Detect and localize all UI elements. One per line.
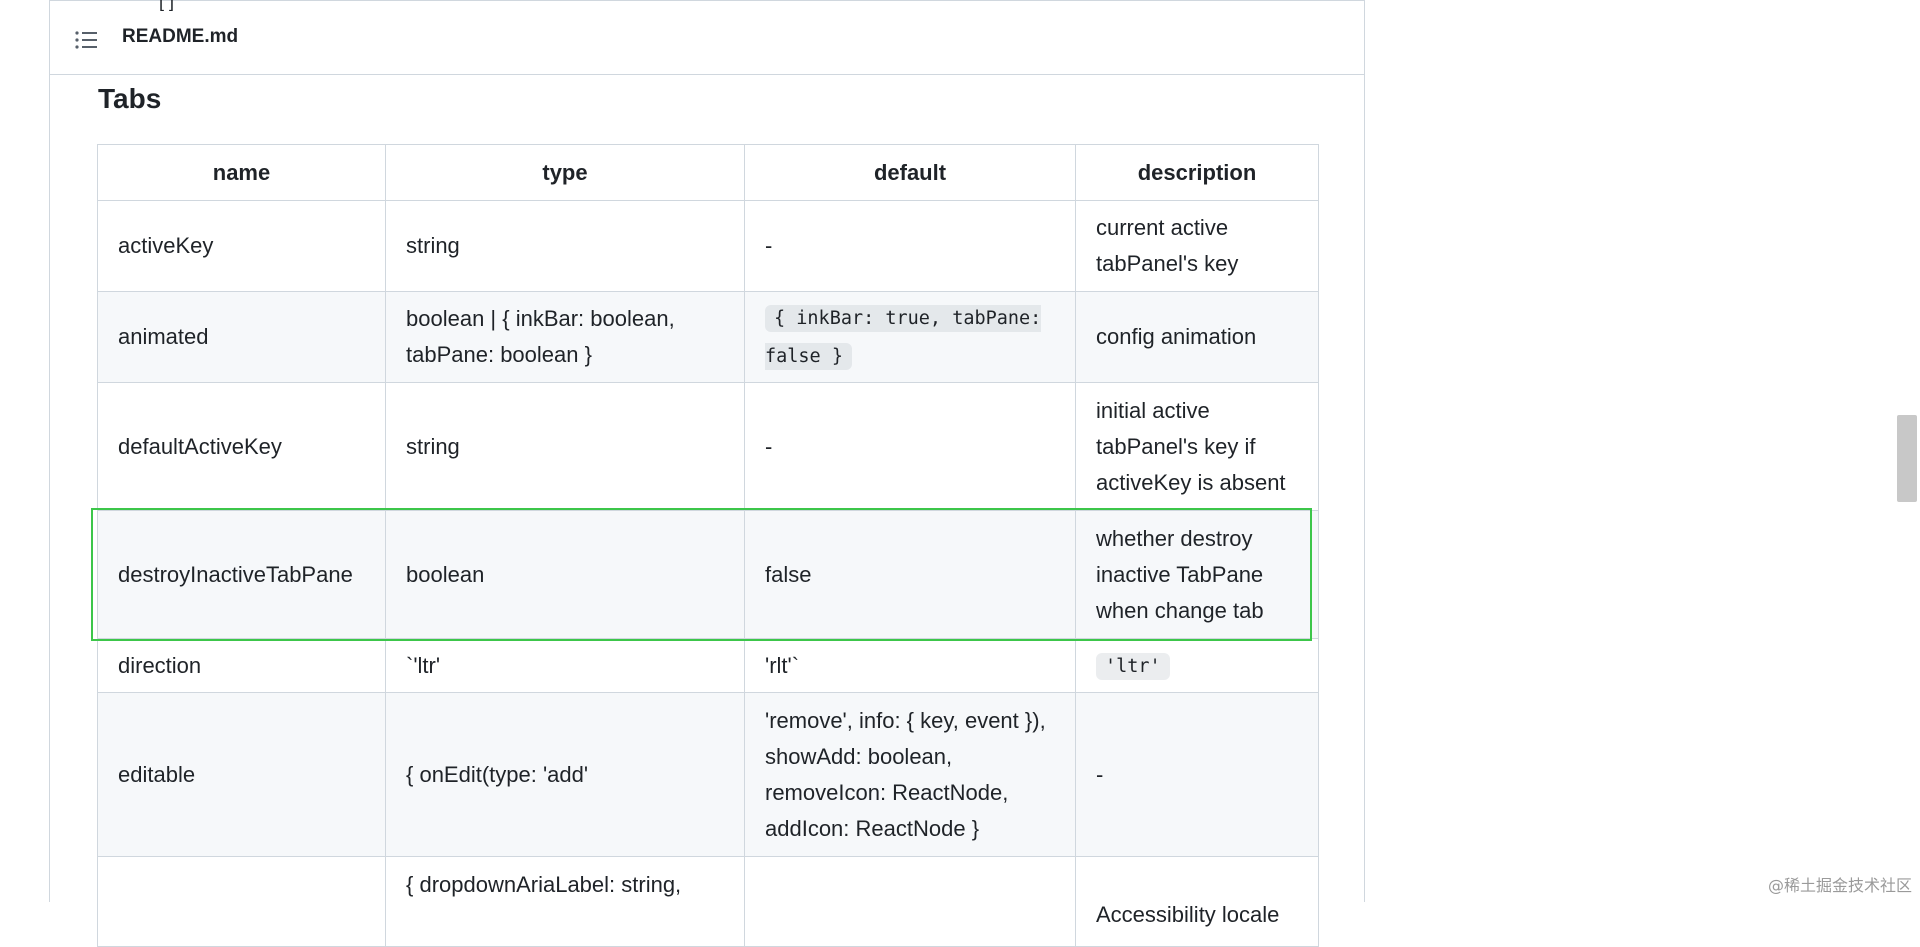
props-table: name type default description activeKey …: [97, 144, 1319, 947]
cell-name: activeKey: [98, 201, 386, 292]
cell-default: 'remove', info: { key, event }), showAdd…: [745, 693, 1076, 857]
cell-description: config animation: [1076, 292, 1319, 383]
cell-description: whether destroy inactive TabPane when ch…: [1076, 511, 1319, 639]
cell-name: destroyInactiveTabPane: [98, 511, 386, 639]
table-row: defaultActiveKey string - initial active…: [98, 383, 1319, 511]
table-row: destroyInactiveTabPane boolean false whe…: [98, 511, 1319, 639]
inline-code: { inkBar: true, tabPane: false }: [765, 305, 1041, 370]
cell-default: 'rlt'`: [745, 639, 1076, 693]
cell-default: { inkBar: true, tabPane: false }: [745, 292, 1076, 383]
watermark: @稀土掘金技术社区: [1768, 872, 1912, 896]
table-row: activeKey string - current active tabPan…: [98, 201, 1319, 292]
cell-name: editable: [98, 693, 386, 857]
readme-container: [ ] README.md Tabs name type default des…: [49, 0, 1365, 902]
cell-type: string: [386, 383, 745, 511]
readme-filename[interactable]: README.md: [122, 26, 238, 48]
cell-type: { onEdit(type: 'add': [386, 693, 745, 857]
table-row: animated boolean | { inkBar: boolean, ta…: [98, 292, 1319, 383]
list-icon[interactable]: [74, 29, 98, 51]
cell-type: boolean: [386, 511, 745, 639]
header-default: default: [745, 145, 1076, 201]
readme-header: [ ] README.md: [50, 1, 1364, 75]
cell-type: string: [386, 201, 745, 292]
cell-type: boolean | { inkBar: boolean, tabPane: bo…: [386, 292, 745, 383]
cell-name: animated: [98, 292, 386, 383]
header-type: type: [386, 145, 745, 201]
cell-description: 'ltr': [1076, 639, 1319, 693]
cell-type: `'ltr': [386, 639, 745, 693]
cell-description: -: [1076, 693, 1319, 857]
cell-description: current active tabPanel's key: [1076, 201, 1319, 292]
header-name: name: [98, 145, 386, 201]
cell-description: initial active tabPanel's key if activeK…: [1076, 383, 1319, 511]
section-heading: Tabs: [98, 83, 161, 115]
cell-default: false: [745, 511, 1076, 639]
inline-code: 'ltr': [1096, 653, 1170, 680]
cell-name: defaultActiveKey: [98, 383, 386, 511]
clipped-top-text: [ ]: [159, 0, 174, 12]
cell-default: -: [745, 383, 1076, 511]
scrollbar-thumb[interactable]: [1897, 415, 1917, 502]
table-header-row: name type default description: [98, 145, 1319, 201]
header-description: description: [1076, 145, 1319, 201]
cell-default: -: [745, 201, 1076, 292]
cell-name: direction: [98, 639, 386, 693]
table-row: editable { onEdit(type: 'add' 'remove', …: [98, 693, 1319, 857]
table-row: direction `'ltr' 'rlt'` 'ltr': [98, 639, 1319, 693]
